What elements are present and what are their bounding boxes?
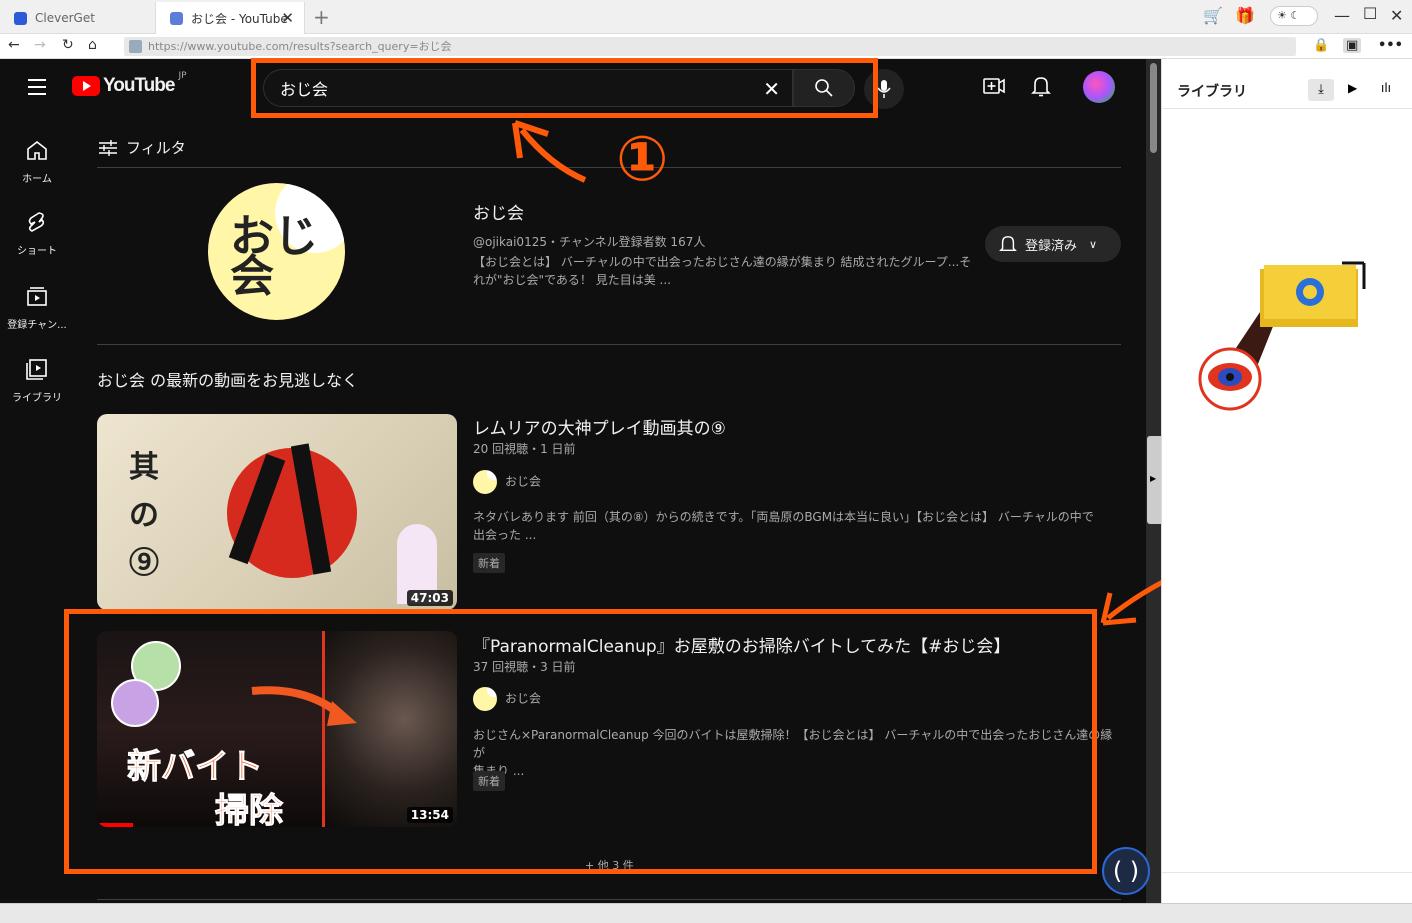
maximize-icon[interactable]: ☐ (1363, 4, 1377, 23)
audio-icon[interactable]: ılı (1381, 81, 1391, 95)
address-bar-row: ← → ↻ ⌂ https://www.youtube.com/results?… (0, 34, 1412, 59)
video-meta: 20 回視聴・1 日前 (473, 442, 576, 456)
notifications-icon[interactable] (1031, 75, 1051, 97)
download-icon[interactable]: ⤓ (1308, 79, 1334, 101)
logo-word: YouTube (103, 75, 175, 96)
avatar-logo-text: おじ会 (230, 211, 318, 302)
video-channel-name: おじ会 (505, 474, 542, 489)
cleverget-floating-button[interactable]: ( ) (1102, 847, 1150, 895)
tab-label: おじ会 - YouTube (191, 11, 288, 26)
youtube-tab-icon (170, 11, 183, 25)
create-video-icon[interactable] (982, 75, 1006, 97)
library-panel: ライブラリ ⤓ ▶ ılı (1161, 59, 1412, 903)
browser-tab-bar: CleverGet おじ会 - YouTube ✕ + 🛒 🎁 ☀ ☾ — ☐ … (0, 0, 1412, 34)
subscribe-button[interactable]: 登録済み ∨ (985, 226, 1121, 262)
url-text: https://www.youtube.com/results?search_q… (148, 40, 452, 53)
divider (97, 344, 1121, 345)
home-icon[interactable]: ⌂ (88, 37, 97, 53)
mic-icon (877, 80, 891, 98)
nav-home[interactable]: ホーム (0, 139, 74, 185)
cart-icon[interactable]: 🛒 (1203, 6, 1223, 25)
window-close-icon[interactable]: ✕ (1390, 6, 1403, 25)
channel-desc-line: れが"おじ会"である！ 見た目は美 ... (473, 273, 671, 287)
back-icon[interactable]: ← (8, 37, 20, 53)
youtube-logo[interactable]: YouTube JP (72, 71, 187, 97)
shorts-icon (28, 212, 45, 232)
filter-icon (99, 139, 117, 156)
library-icon (26, 359, 47, 380)
logo-region: JP (178, 71, 187, 81)
library-title: ライブラリ (1177, 84, 1247, 100)
video-duration: 47:03 (406, 590, 453, 606)
site-icon (129, 40, 142, 53)
nav-subscriptions[interactable]: 登録チャン... (0, 285, 74, 331)
minimize-icon[interactable]: — (1334, 6, 1350, 25)
nav-shorts[interactable]: ショート (0, 211, 74, 257)
subscribe-label: 登録済み (1025, 238, 1078, 254)
theme-toggle[interactable]: ☀ ☾ (1270, 6, 1318, 26)
divider (97, 167, 1121, 168)
filter-button[interactable]: フィルタ (98, 137, 186, 158)
annotation-arrow-1-icon (512, 120, 587, 183)
cleverget-icon (14, 11, 27, 25)
youtube-play-icon (72, 76, 100, 96)
forward-icon[interactable]: → (34, 37, 46, 53)
channel-avatar-small (473, 470, 497, 494)
url-field[interactable]: https://www.youtube.com/results?search_q… (124, 37, 1296, 56)
divider (1162, 872, 1412, 873)
scrollbar-thumb[interactable] (1150, 63, 1157, 153)
channel-avatar[interactable]: おじ会 (208, 183, 345, 320)
chevron-down-icon: ∨ (1089, 237, 1098, 251)
video-desc-line: 出会った ... (473, 528, 537, 542)
close-icon[interactable]: ✕ (281, 9, 294, 27)
video-icon[interactable]: ▶ (1348, 81, 1357, 95)
home-icon (27, 140, 47, 160)
filter-label: フィルタ (126, 139, 186, 157)
video-thumbnail[interactable]: 其の⑨ 47:03 (97, 414, 457, 610)
gift-icon[interactable]: 🎁 (1235, 6, 1255, 25)
subscriptions-icon (27, 287, 47, 306)
download-panel-icon[interactable]: ▣ (1343, 38, 1362, 53)
annotation-video-highlight (64, 609, 1097, 874)
chevron-right-icon: ▶ (1150, 474, 1157, 483)
more-icon[interactable]: ••• (1378, 38, 1403, 53)
bell-icon (999, 236, 1017, 252)
nav-label: 登録チャン... (7, 320, 67, 331)
panel-collapse-handle[interactable]: ▶ (1147, 436, 1161, 524)
status-bar (0, 903, 1412, 923)
video-channel[interactable]: おじ会 (473, 470, 541, 494)
reload-icon[interactable]: ↻ (62, 37, 74, 53)
library-panel-header: ライブラリ ⤓ ▶ ılı (1162, 59, 1412, 109)
video-title[interactable]: レムリアの大神プレイ動画其の⑨ (473, 414, 726, 439)
channel-meta: @ojikai0125・チャンネル登録者数 167人 (473, 235, 706, 249)
empty-library-illustration-icon (1198, 261, 1366, 411)
thumbnail-text: 其の⑨ (129, 450, 159, 581)
section-title: おじ会 の最新の動画をお見逃しなく (97, 371, 359, 390)
tab-label: CleverGet (35, 11, 95, 25)
nav-label: ホーム (22, 174, 52, 185)
video-desc-line: ネタバレあります 前回（其の⑧）からの続きです。「両島原のBGMは本当に良い」【… (473, 510, 1094, 524)
nav-library[interactable]: ライブラリ (0, 358, 74, 404)
nav-label: ライブラリ (12, 393, 62, 404)
menu-icon[interactable] (28, 79, 46, 100)
tab-youtube[interactable]: おじ会 - YouTube ✕ (155, 2, 305, 34)
new-tab-button[interactable]: + (313, 5, 330, 29)
annotation-search-highlight (251, 58, 878, 118)
tab-cleverget[interactable]: CleverGet (0, 2, 155, 34)
nav-label: ショート (17, 246, 57, 257)
annotation-step-1: ① (616, 122, 669, 195)
divider (97, 899, 1121, 900)
channel-desc-line: 【おじ会とは】 バーチャルの中で出会ったおじさん達の縁が集まり 結成されたグルー… (473, 255, 972, 269)
account-avatar[interactable] (1083, 71, 1115, 103)
channel-name[interactable]: おじ会 (473, 199, 524, 224)
new-badge: 新着 (473, 553, 505, 573)
lock-icon[interactable]: 🔒 (1313, 38, 1329, 53)
spinner-icon: ( ) (1112, 857, 1140, 885)
